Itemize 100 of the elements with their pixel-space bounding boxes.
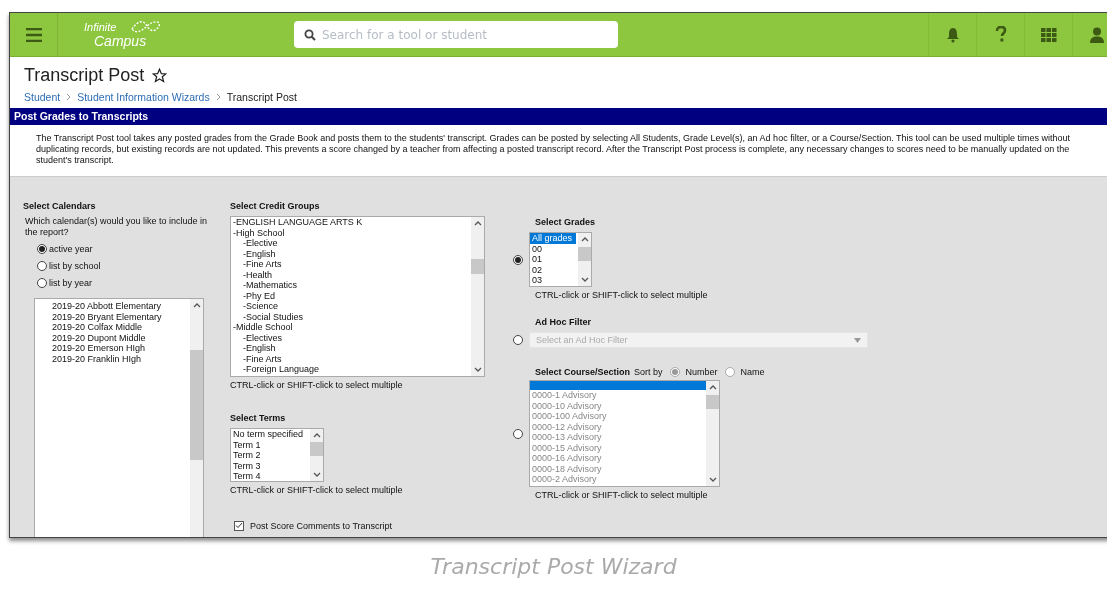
logo-text: Campus xyxy=(94,33,147,48)
list-item[interactable]: -Elective xyxy=(231,238,282,249)
section-heading: Select Credit Groups xyxy=(230,201,321,211)
list-item[interactable]: 0000-100 Advisory xyxy=(530,411,611,422)
radio-button[interactable] xyxy=(37,243,47,254)
breadcrumb-link[interactable]: Student xyxy=(24,91,61,103)
star-icon[interactable] xyxy=(152,68,168,83)
calendar-option[interactable]: active year xyxy=(37,242,218,255)
list-item[interactable]: 02 xyxy=(530,264,546,275)
list-item[interactable]: Term 2 xyxy=(231,450,265,461)
radio-button[interactable] xyxy=(669,366,680,377)
list-item[interactable]: 2019-20 Emerson HIgh xyxy=(35,343,150,354)
hint-text: CTRL-click or SHIFT-click to select multiple xyxy=(230,485,404,495)
grades-list[interactable]: All grades 00 01 02 03 xyxy=(529,232,592,287)
radio-button[interactable] xyxy=(513,428,523,439)
list-item[interactable]: 2019-20 Colfax Middle xyxy=(35,322,147,333)
list-item[interactable]: 0000-2 Advisory xyxy=(530,474,601,485)
list-item[interactable]: -Mathematics xyxy=(231,280,301,291)
list-item[interactable]: 0000-10 Advisory xyxy=(530,400,606,411)
sort-option[interactable]: Number xyxy=(669,365,718,378)
chevron-right-icon xyxy=(66,93,72,101)
scroll-down-icon[interactable] xyxy=(312,472,321,478)
help-icon xyxy=(994,26,1007,43)
scroll-down-icon[interactable] xyxy=(580,277,589,283)
scrollbar[interactable] xyxy=(190,299,203,537)
scrollbar[interactable] xyxy=(471,217,484,376)
calendar-list[interactable]: 2019-20 Abbott Elementary 2019-20 Bryant Elementary 2019-20 Colfax Middle 2019-20 Dupont Middle 2019-20 Emerson HIgh 2019-20 Franklin HIgh xyxy=(34,298,204,537)
list-item[interactable]: Term 4 xyxy=(231,471,265,481)
list-item[interactable]: 0000-12 Advisory xyxy=(530,421,606,432)
list-item[interactable]: 0000-18 Advisory xyxy=(530,463,606,474)
list-item[interactable]: 2019-20 Abbott Elementary xyxy=(35,301,166,312)
list-item[interactable]: 01 xyxy=(530,254,546,265)
infinity-loop-icon xyxy=(130,19,162,34)
bell-icon xyxy=(945,26,960,43)
scroll-down-icon[interactable] xyxy=(473,367,482,373)
list-item[interactable]: 0000-15 Advisory xyxy=(530,442,606,453)
calendar-option[interactable]: list by school xyxy=(37,259,218,272)
figure-caption: Transcript Post Wizard xyxy=(429,554,678,579)
scrollbar-thumb[interactable] xyxy=(706,395,719,409)
credit-groups-list[interactable]: -ENGLISH LANGUAGE ARTS K -High School -Elective -English -Fine Arts -Health -Mathematics -Phy Ed -Science -Social Studies -Middle School -Electives -English -Fine Arts -Foreign Language xyxy=(230,216,485,377)
scroll-up-icon[interactable] xyxy=(473,220,482,226)
calendar-option[interactable]: list by year xyxy=(37,276,218,289)
breadcrumb-link[interactable]: Student Information Wizards xyxy=(77,91,210,103)
list-item[interactable]: -Fine Arts xyxy=(231,353,286,364)
search-field[interactable]: Search for a tool or student xyxy=(294,21,618,48)
list-item[interactable]: 0000-16 Advisory xyxy=(530,453,606,464)
section-heading: Select Calendars xyxy=(23,201,97,211)
list-item[interactable]: 00 xyxy=(530,243,546,254)
scroll-up-icon[interactable] xyxy=(580,236,589,242)
radio-button[interactable] xyxy=(513,335,523,345)
list-item[interactable]: -Foreign Language xyxy=(231,364,324,375)
list-item[interactable]: 03 xyxy=(530,275,546,286)
checkbox[interactable] xyxy=(234,520,244,531)
scroll-up-icon[interactable] xyxy=(708,384,717,390)
radio-button[interactable] xyxy=(724,366,735,377)
grid-icon xyxy=(1040,27,1057,42)
scroll-up-icon[interactable] xyxy=(192,302,201,308)
scrollbar[interactable] xyxy=(706,381,719,486)
list-item[interactable]: -High School xyxy=(231,227,289,238)
sort-label: Sort by xyxy=(634,366,663,377)
post-comments-checkbox[interactable]: Post Score Comments to Transcript xyxy=(234,519,513,532)
list-item[interactable]: -Middle School xyxy=(231,322,297,333)
scrollbar-thumb[interactable] xyxy=(310,442,323,456)
account-button[interactable] xyxy=(1072,13,1107,56)
list-item[interactable]: -Phy Ed xyxy=(231,290,279,301)
section-heading: Select Course/Section xyxy=(535,366,631,377)
list-item[interactable]: -Electives xyxy=(231,332,286,343)
list-item[interactable]: 0000-13 Advisory xyxy=(530,432,606,443)
radio-button[interactable] xyxy=(37,260,47,271)
list-item[interactable]: -Science xyxy=(231,301,282,312)
scroll-up-icon[interactable] xyxy=(312,432,321,438)
scrollbar[interactable] xyxy=(310,429,323,481)
terms-list[interactable]: No term specified Term 1 Term 2 Term 3 Term 4 xyxy=(230,428,324,482)
radio-button[interactable] xyxy=(37,277,47,288)
course-section-list[interactable]: 0000-1 Advisory 0000-10 Advisory 0000-100 Advisory 0000-12 Advisory 0000-13 Advisory 0000-15 Advisory 0000-16 Advisory 0000-18 Advisory 0000-2 Advisory xyxy=(529,380,720,487)
list-item[interactable]: -English xyxy=(231,343,280,354)
list-item[interactable]: All grades xyxy=(530,233,577,244)
list-item[interactable]: -Social Studies xyxy=(231,311,308,322)
list-item[interactable]: Term 3 xyxy=(231,460,265,471)
scrollbar[interactable] xyxy=(578,233,591,286)
list-item[interactable]: -English xyxy=(231,248,280,259)
list-item[interactable]: No term specified xyxy=(231,429,308,440)
logo-text: Infinite xyxy=(84,21,117,33)
hint-text: CTRL-click or SHIFT-click to select multiple xyxy=(535,290,709,300)
list-item[interactable]: -ENGLISH LANGUAGE ARTS K xyxy=(231,217,367,228)
list-item[interactable]: -Health xyxy=(231,269,276,280)
scrollbar-thumb[interactable] xyxy=(471,259,484,274)
list-item[interactable]: -Fine Arts xyxy=(231,259,286,270)
list-item[interactable]: 2019-20 Bryant Elementary xyxy=(35,311,166,322)
list-item[interactable]: Term 1 xyxy=(231,439,265,450)
list-item[interactable]: 2019-20 Dupont Middle xyxy=(35,332,150,343)
list-item[interactable]: 2019-20 Franklin HIgh xyxy=(35,353,146,364)
check-icon xyxy=(235,522,243,529)
radio-button[interactable] xyxy=(513,254,523,265)
scrollbar-thumb[interactable] xyxy=(578,247,591,261)
scrollbar-thumb[interactable] xyxy=(190,350,203,460)
list-item[interactable]: 0000-1 Advisory xyxy=(530,390,601,401)
scroll-down-icon[interactable] xyxy=(708,477,717,483)
sort-option[interactable]: Name xyxy=(724,365,765,378)
dropdown-caret-icon xyxy=(854,337,861,343)
